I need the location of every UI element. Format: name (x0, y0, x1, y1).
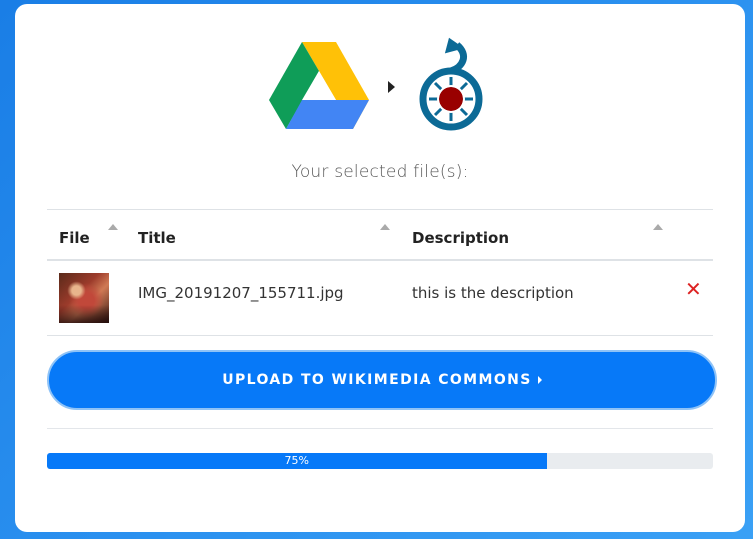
wikimedia-commons-icon (419, 37, 483, 131)
sort-caret-icon[interactable] (108, 224, 118, 230)
upload-button[interactable]: UPLOAD TO WIKIMEDIA COMMONS (47, 350, 717, 410)
table-header: File Title Description (47, 210, 713, 261)
progress-label: 75% (284, 454, 309, 467)
column-header-title[interactable]: Title (138, 229, 176, 247)
file-title: IMG_20191207_155711.jpg (138, 284, 344, 302)
sort-caret-icon[interactable] (653, 224, 663, 230)
column-header-file[interactable]: File (59, 229, 90, 247)
progress-fill: 75% (47, 453, 547, 469)
files-table: File Title Description IMG_20191207_1557… (47, 209, 713, 336)
logo-row (15, 4, 745, 154)
sort-caret-icon[interactable] (380, 224, 390, 230)
caret-right-icon (388, 81, 395, 93)
upload-card: Your selected file(s): File Title Descri… (15, 4, 745, 532)
column-header-description[interactable]: Description (412, 229, 509, 247)
progress-bar: 75% (47, 453, 713, 469)
page-subtitle: Your selected file(s): (291, 162, 469, 182)
divider (47, 428, 713, 429)
remove-icon[interactable]: ✕ (685, 277, 702, 301)
caret-right-icon (537, 376, 542, 384)
file-description: this is the description (412, 284, 574, 302)
upload-button-label: UPLOAD TO WIKIMEDIA COMMONS (222, 372, 532, 388)
photo-thumbnail (59, 273, 109, 323)
google-drive-icon (269, 42, 369, 129)
table-row: IMG_20191207_155711.jpg this is the desc… (47, 261, 713, 336)
